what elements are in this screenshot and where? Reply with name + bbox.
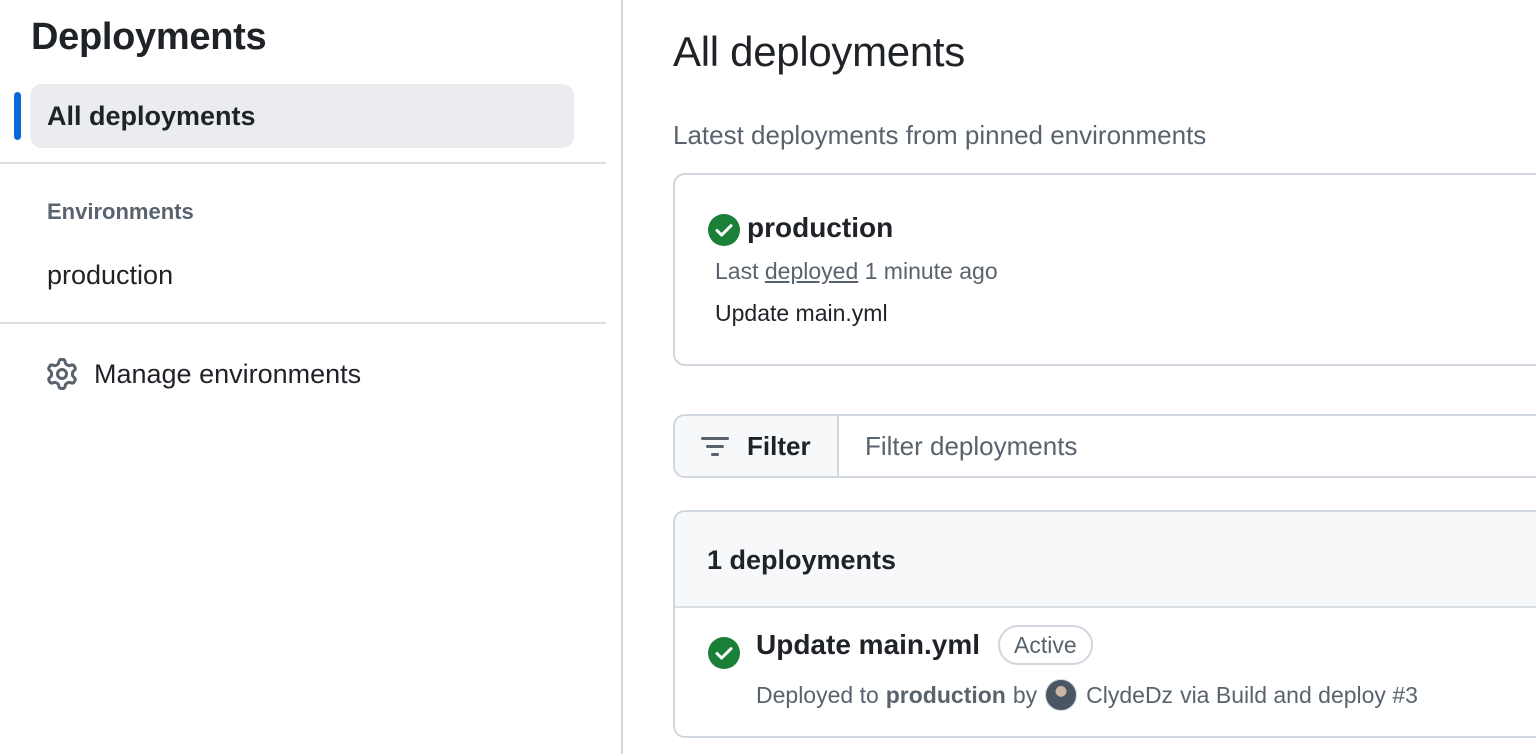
pinned-subtitle: Latest deployments from pinned environme… (673, 120, 1207, 150)
status-badge: Active (998, 625, 1093, 665)
deployed-to-prefix: Deployed to (756, 681, 879, 708)
workflow-run-link[interactable]: via Build and deploy #3 (1180, 682, 1418, 709)
page-title: All deployments (673, 28, 965, 75)
avatar[interactable] (1045, 679, 1078, 711)
deployment-environment-link[interactable]: production (886, 682, 1006, 709)
check-circle-icon (707, 213, 741, 247)
pinned-last-deployed: Last deployed 1 minute ago (715, 258, 998, 285)
sidebar-divider (0, 162, 606, 164)
filter-button-label: Filter (747, 430, 811, 461)
nav-selected-indicator (14, 92, 21, 140)
gear-icon (46, 358, 78, 390)
by-label: by (1012, 681, 1038, 708)
deployments-page: Deployments All deployments Environments… (0, 0, 1536, 754)
sidebar: Deployments All deployments Environments… (0, 0, 623, 754)
pinned-environment-card: production Last deployed 1 minute ago Up… (673, 173, 1536, 366)
deployments-count: 1 deployments (707, 545, 897, 575)
check-circle-icon (707, 636, 741, 670)
deployment-meta: Deployed to production by ClydeDz via Bu… (756, 679, 1418, 711)
sidebar-item-production[interactable]: production (47, 260, 173, 291)
sidebar-item-label[interactable]: All deployments (47, 101, 256, 132)
environments-heading: Environments (47, 199, 194, 224)
deployments-list: 1 deployments Update main.yml Active Dep… (673, 510, 1536, 738)
pinned-commit-message: Update main.yml (715, 300, 888, 326)
filter-bar: Filter (673, 414, 1536, 478)
pinned-meta-prefix: Last (715, 258, 759, 284)
deployment-title[interactable]: Update main.yml (756, 629, 980, 661)
deployed-link[interactable]: deployed (765, 258, 858, 284)
filter-button[interactable]: Filter (675, 416, 839, 476)
manage-environments-link[interactable]: Manage environments (46, 354, 361, 394)
deployments-list-header: 1 deployments (675, 512, 1536, 608)
filter-deployments-input[interactable] (841, 416, 1536, 476)
sidebar-title: Deployments (31, 16, 267, 58)
actor-link[interactable]: ClydeDz (1086, 682, 1173, 709)
pinned-meta-time: 1 minute ago (864, 258, 998, 284)
pinned-environment-name[interactable]: production (747, 212, 893, 244)
manage-environments-label: Manage environments (94, 358, 362, 389)
filter-icon (699, 430, 731, 462)
sidebar-divider (0, 322, 606, 324)
